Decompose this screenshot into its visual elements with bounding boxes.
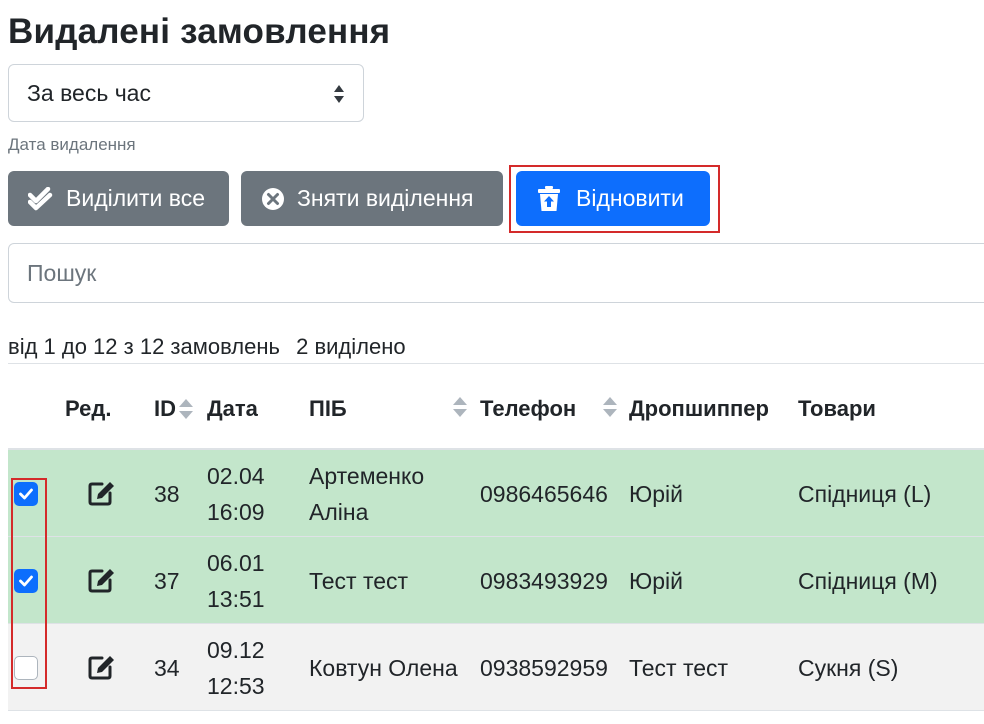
search-input[interactable] (8, 243, 984, 303)
header-id-label: ID (154, 396, 176, 421)
sort-arrows-icon (178, 397, 194, 421)
customer-name: Ковтун Олена (309, 655, 458, 681)
order-date: 02.04 (207, 463, 265, 489)
deselect-label: Зняти виділення (297, 185, 474, 211)
order-date: 06.01 (207, 550, 265, 576)
edit-icon[interactable] (88, 567, 116, 598)
period-help-text: Дата видалення (8, 135, 136, 154)
page-title: Видалені замовлення (8, 12, 391, 51)
table-header: Ред. ID Дата ПІБ Телефон Дропшиппер Това… (8, 364, 984, 450)
goods: Сукня (S) (798, 655, 899, 681)
table-row[interactable]: 38 02.04 16:09 Артеменко Аліна 098646564… (8, 450, 984, 537)
period-select[interactable]: За весь час (8, 64, 364, 122)
header-id[interactable]: ID (154, 396, 194, 422)
edit-icon[interactable] (88, 480, 116, 511)
order-id: 38 (154, 481, 180, 507)
goods: Спідниця (M) (798, 568, 938, 594)
restore-button[interactable]: Відновити (516, 171, 710, 226)
order-date: 09.12 (207, 637, 265, 663)
checkbox-highlight-frame (11, 478, 47, 689)
header-phone[interactable]: Телефон (480, 396, 576, 422)
table-row[interactable]: 34 09.12 12:53 Ковтун Олена 0938592959 Т… (8, 624, 984, 711)
customer-name: Артеменко (309, 463, 425, 489)
double-check-icon (28, 186, 54, 211)
results-summary: від 1 до 12 з 12 замовлень 2 виділено (8, 334, 406, 360)
select-arrows-icon (334, 85, 344, 103)
order-id: 34 (154, 655, 180, 681)
select-all-button[interactable]: Виділити все (8, 171, 229, 226)
order-time: 12:53 (207, 673, 265, 699)
circle-x-icon (261, 187, 285, 211)
customer-phone: 0983493929 (480, 568, 608, 594)
header-dropshipper[interactable]: Дропшиппер (629, 396, 769, 422)
trash-restore-icon (538, 185, 560, 212)
table-row[interactable]: 37 06.01 13:51 Тест тест 0983493929 Юрій… (8, 537, 984, 624)
customer-name: Тест тест (309, 568, 409, 594)
order-time: 16:09 (207, 499, 265, 525)
order-time: 13:51 (207, 586, 265, 612)
orders-table: Ред. ID Дата ПІБ Телефон Дропшиппер Това… (8, 364, 984, 711)
selected-count: 2 виділено (296, 334, 406, 359)
dropshipper: Юрій (629, 568, 683, 594)
sort-arrows-icon (452, 395, 468, 424)
header-date[interactable]: Дата (207, 396, 258, 422)
edit-icon[interactable] (88, 654, 116, 685)
customer-phone: 0938592959 (480, 655, 608, 681)
customer-phone: 0986465646 (480, 481, 608, 507)
period-select-value: За весь час (27, 79, 151, 106)
results-range: від 1 до 12 з 12 замовлень (8, 334, 280, 359)
select-all-label: Виділити все (66, 185, 206, 211)
header-name[interactable]: ПІБ (309, 396, 347, 422)
header-goods[interactable]: Товари (798, 396, 876, 422)
deselect-button[interactable]: Зняти виділення (241, 171, 503, 226)
goods: Спідниця (L) (798, 481, 932, 507)
restore-label: Відновити (576, 185, 684, 211)
sort-arrows-icon (602, 395, 618, 424)
order-id: 37 (154, 568, 180, 594)
customer-name-cont: Аліна (309, 499, 369, 525)
header-edit: Ред. (65, 396, 112, 421)
dropshipper: Тест тест (629, 655, 729, 681)
dropshipper: Юрій (629, 481, 683, 507)
